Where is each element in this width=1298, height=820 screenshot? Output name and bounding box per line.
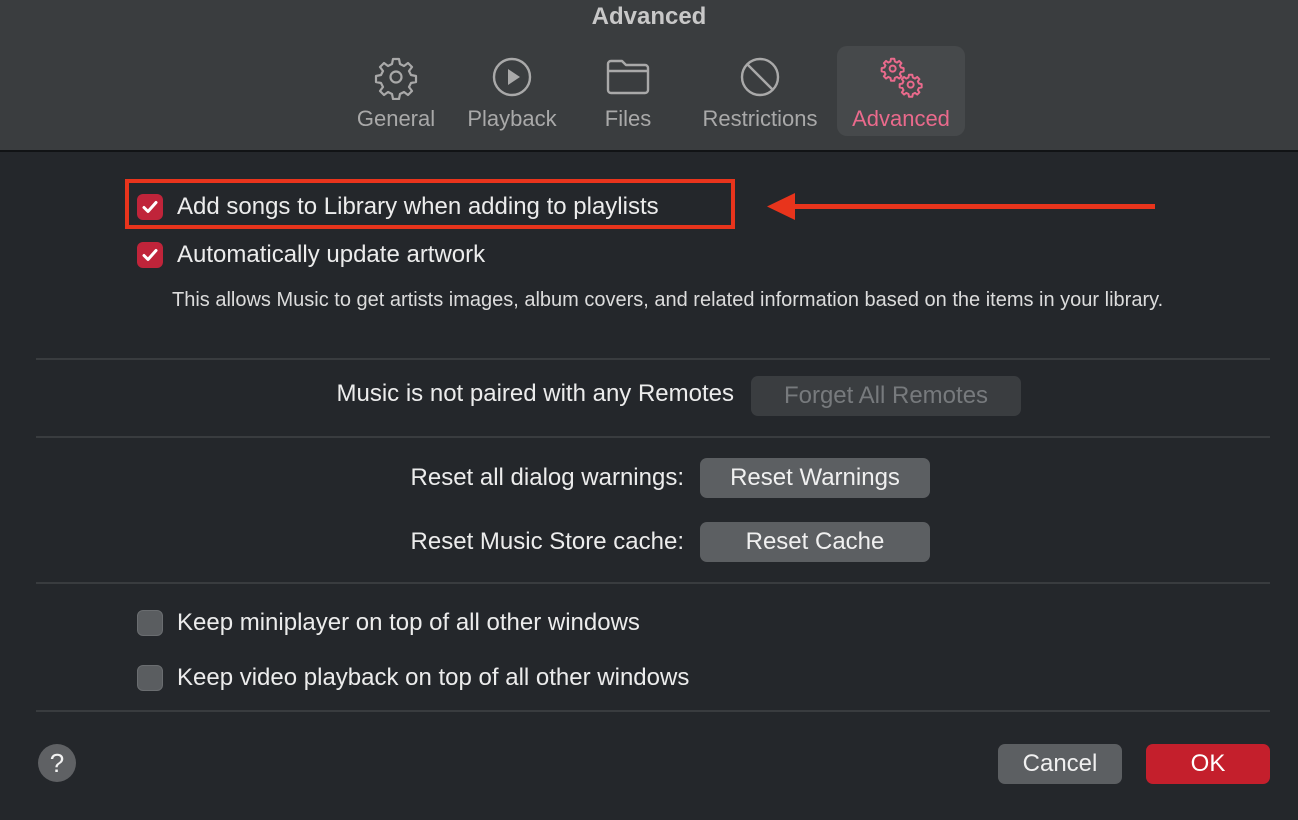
- window-title: Advanced: [591, 3, 707, 30]
- keep-video-option[interactable]: Keep video playback on top of all other …: [137, 664, 689, 692]
- play-circle-icon: [489, 54, 535, 100]
- tab-playback[interactable]: Playback: [462, 46, 562, 136]
- keep-miniplayer-checkbox[interactable]: [137, 610, 163, 636]
- reset-cache-label: Reset Music Store cache:: [410, 528, 684, 555]
- prohibited-icon: [737, 54, 783, 100]
- ok-button[interactable]: OK: [1146, 744, 1270, 784]
- keep-video-label: Keep video playback on top of all other …: [177, 664, 690, 691]
- tab-label: Playback: [467, 106, 557, 131]
- preferences-toolbar: Advanced General Playback Files Restrict…: [0, 0, 1298, 152]
- tab-advanced[interactable]: Advanced: [837, 46, 965, 136]
- help-button[interactable]: ?: [38, 744, 76, 782]
- separator: [36, 710, 1270, 712]
- tab-label: Restrictions: [702, 106, 818, 131]
- update-artwork-checkbox[interactable]: [137, 242, 163, 268]
- separator: [36, 358, 1270, 360]
- tab-label: Advanced: [852, 106, 950, 131]
- tab-general[interactable]: General: [352, 46, 440, 136]
- annotation-highlight-box: [125, 179, 735, 229]
- tab-label: General: [356, 106, 436, 131]
- tab-restrictions[interactable]: Restrictions: [694, 46, 826, 136]
- update-artwork-option[interactable]: Automatically update artwork: [137, 241, 485, 269]
- reset-warnings-label: Reset all dialog warnings:: [410, 464, 684, 491]
- artwork-description: This allows Music to get artists images,…: [172, 289, 1164, 311]
- annotation-arrow-icon: [767, 193, 1155, 220]
- folder-icon: [605, 54, 651, 100]
- reset-warnings-button[interactable]: Reset Warnings: [700, 458, 930, 498]
- checkmark-icon: [142, 249, 158, 261]
- gears-icon: [878, 54, 924, 100]
- gear-icon: [373, 54, 419, 101]
- tab-files[interactable]: Files: [588, 46, 668, 136]
- cancel-button[interactable]: Cancel: [998, 744, 1122, 784]
- preferences-tabs: General Playback Files Restrictions Adva…: [0, 46, 1298, 136]
- reset-cache-button[interactable]: Reset Cache: [700, 522, 930, 562]
- tab-label: Files: [604, 106, 652, 131]
- separator: [36, 436, 1270, 438]
- separator: [36, 582, 1270, 584]
- update-artwork-label: Automatically update artwork: [177, 241, 486, 268]
- keep-miniplayer-label: Keep miniplayer on top of all other wind…: [177, 609, 640, 636]
- remotes-status: Music is not paired with any Remotes: [336, 380, 735, 407]
- keep-video-checkbox[interactable]: [137, 665, 163, 691]
- keep-miniplayer-option[interactable]: Keep miniplayer on top of all other wind…: [137, 609, 640, 637]
- forget-all-remotes-button[interactable]: Forget All Remotes: [751, 376, 1021, 416]
